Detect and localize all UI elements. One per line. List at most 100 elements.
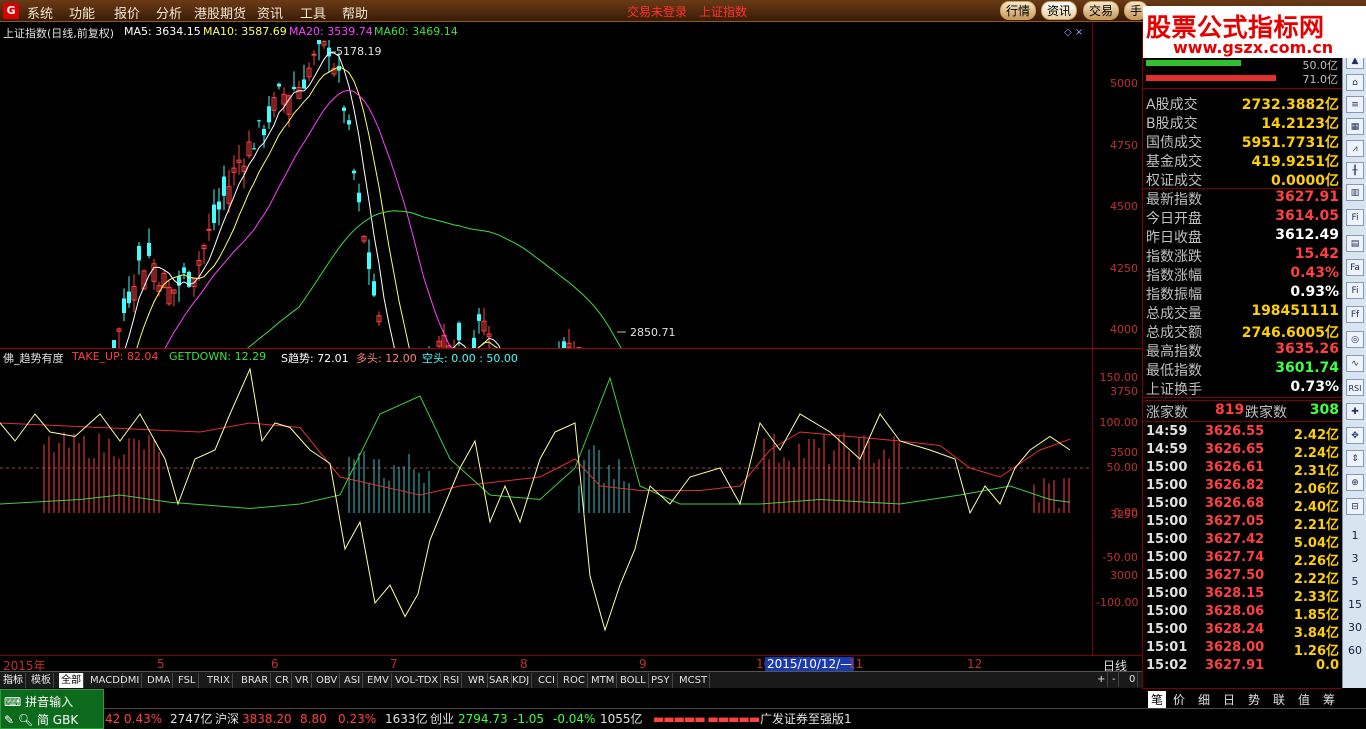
right-panel-tabs: 笔价细日势联值筹 (1142, 688, 1342, 708)
chart-icon[interactable]: ▤ (1346, 235, 1364, 252)
tab-emv[interactable]: EMV (365, 673, 392, 688)
tab-dma[interactable]: DMA (145, 673, 174, 688)
zoom-in-button[interactable]: + (1095, 672, 1109, 687)
tab-dmi[interactable]: DMI (118, 673, 143, 688)
right-tab-3[interactable]: 日 (1223, 691, 1235, 708)
period-1[interactable]: 1 (1343, 529, 1366, 542)
tab-asi[interactable]: ASI (342, 673, 364, 688)
tick-row: 15:00 3627.50 2.22亿 (1143, 568, 1343, 587)
sh-pct: 0.43% (124, 712, 163, 726)
rsi-icon[interactable]: RSI (1346, 379, 1364, 396)
x-label-nov: 11 (848, 657, 864, 671)
tab-boll[interactable]: BOLL (618, 673, 649, 688)
broker-label: 广发证券至强版1 (760, 712, 852, 726)
tick-amount: 3.84亿 (1293, 626, 1339, 641)
wave-icon[interactable]: ∿ (1346, 355, 1364, 372)
home-icon[interactable]: ⌂ (1346, 74, 1364, 91)
fa-icon[interactable]: Fa (1346, 259, 1364, 276)
advance-label: 涨家数 (1146, 405, 1188, 421)
right-tab-4[interactable]: 势 (1248, 691, 1260, 708)
line-chart-icon[interactable]: ⩘ (1346, 140, 1364, 157)
tab-roc[interactable]: ROC (561, 673, 588, 688)
stat-label: 指数涨跌 (1146, 249, 1202, 265)
period-60[interactable]: 60 (1343, 644, 1366, 657)
collapse-icon[interactable]: ⊟ (1346, 498, 1364, 515)
right-tab-5[interactable]: 联 (1273, 691, 1285, 708)
tick-amount: 2.42亿 (1293, 428, 1339, 443)
period-15[interactable]: 15 (1343, 598, 1366, 611)
ime-options[interactable]: ✎ 🔍︎ 简 GBK (4, 711, 78, 728)
tab-psy[interactable]: PSY (649, 673, 673, 688)
indicator-chart[interactable] (0, 367, 1092, 652)
menu-quote[interactable]: 报价 (114, 3, 140, 22)
zoom-icon[interactable]: ⊕ (1346, 474, 1364, 491)
tab-trix[interactable]: TRIX (205, 673, 233, 688)
menu-analysis[interactable]: 分析 (156, 3, 182, 22)
price-chart[interactable] (0, 40, 1092, 348)
right-tab-1[interactable]: 价 (1173, 691, 1185, 708)
tab-market[interactable]: 行情 (1000, 1, 1037, 20)
tab-trade[interactable]: 交易 (1083, 1, 1120, 20)
tick-price: 3627.50 (1205, 568, 1265, 583)
candle-icon[interactable]: ▥ (1346, 184, 1364, 201)
menu-function[interactable]: 功能 (69, 3, 95, 22)
tab-brar[interactable]: BRAR (239, 673, 272, 688)
period-30[interactable]: 30 (1343, 621, 1366, 634)
period-3[interactable]: 3 (1343, 552, 1366, 565)
right-tab-7[interactable]: 筹 (1323, 691, 1335, 708)
zoom-out-button[interactable]: - (1110, 672, 1119, 687)
cross-icon[interactable]: ✚ (1346, 403, 1364, 420)
tab-rsi[interactable]: RSI (441, 673, 463, 688)
fi2-icon[interactable]: Fi (1346, 282, 1364, 299)
buy-bar (1146, 60, 1241, 66)
price-tick: 3500 (1110, 446, 1138, 459)
tab-fsl[interactable]: FSL (176, 673, 199, 688)
stat-row: 总成交量 198451111 (1143, 303, 1343, 322)
chart-options-icon[interactable]: ◇ × (1064, 27, 1083, 38)
tick-time: 15:00 (1146, 478, 1188, 493)
tab-all[interactable]: 全部 (59, 673, 84, 688)
reset-button[interactable]: 0 (1127, 672, 1139, 687)
menu-news[interactable]: 资讯 (257, 3, 283, 22)
tab-cci[interactable]: CCI (536, 673, 558, 688)
s-trend-label: S趋势: 72.01 (281, 352, 349, 365)
chart-area[interactable]: 上证指数(日线,前复权) MA5: 3634.15 MA10: 3587.69 … (0, 22, 1142, 672)
sh-change: 42 (105, 712, 121, 726)
tab-cr[interactable]: CR (273, 673, 292, 688)
list-icon[interactable]: ≡ (1346, 96, 1364, 113)
menu-help[interactable]: 帮助 (342, 3, 368, 22)
tab-mtm[interactable]: MTM (589, 673, 618, 688)
ime-toolbar[interactable]: ⌨ 拼音输入 ✎ 🔍︎ 简 GBK (0, 689, 104, 729)
getdown-label: GETDOWN: 12.29 (169, 350, 267, 363)
right-tab-0[interactable]: 笔 (1148, 691, 1167, 708)
ff-icon[interactable]: Ff (1346, 306, 1364, 323)
compass-icon[interactable]: ◎ (1346, 331, 1364, 348)
tab-mcst[interactable]: MCST (677, 673, 711, 688)
stat-value: 0.93% (1290, 284, 1339, 300)
menu-system[interactable]: 系统 (27, 3, 53, 22)
period-5[interactable]: 5 (1343, 575, 1366, 588)
decline-count: 308 (1309, 402, 1339, 418)
tab-vr[interactable]: VR (293, 673, 312, 688)
right-tab-2[interactable]: 细 (1198, 691, 1210, 708)
fi-icon[interactable]: Fi (1346, 209, 1364, 226)
ime-pinyin[interactable]: ⌨ 拼音输入 (4, 693, 73, 710)
stat-label: 最低指数 (1146, 363, 1202, 379)
stat-value: 3601.74 (1275, 360, 1339, 376)
menu-hk-futures[interactable]: 港股期货 (194, 3, 246, 22)
tab-obv[interactable]: OBV (314, 673, 341, 688)
tab-kdj[interactable]: KDJ (510, 673, 533, 688)
tab-wr[interactable]: WR (466, 673, 488, 688)
tab-template[interactable]: 模板 (29, 673, 54, 688)
grid-icon[interactable]: ▦ (1346, 118, 1364, 135)
tab-sar[interactable]: SAR (487, 673, 513, 688)
right-tab-6[interactable]: 值 (1298, 691, 1310, 708)
tick-amount: 2.06亿 (1293, 482, 1339, 497)
tab-indicator[interactable]: 指标 (1, 673, 26, 688)
menu-tools[interactable]: 工具 (300, 3, 326, 22)
expand-icon[interactable]: ⇕ (1346, 450, 1364, 467)
move-icon[interactable]: ✥ (1346, 427, 1364, 444)
tab-info[interactable]: 资讯 (1041, 1, 1078, 20)
tab-vol-tdx[interactable]: VOL-TDX (393, 673, 442, 688)
kline-icon[interactable]: ╫ (1346, 162, 1364, 179)
